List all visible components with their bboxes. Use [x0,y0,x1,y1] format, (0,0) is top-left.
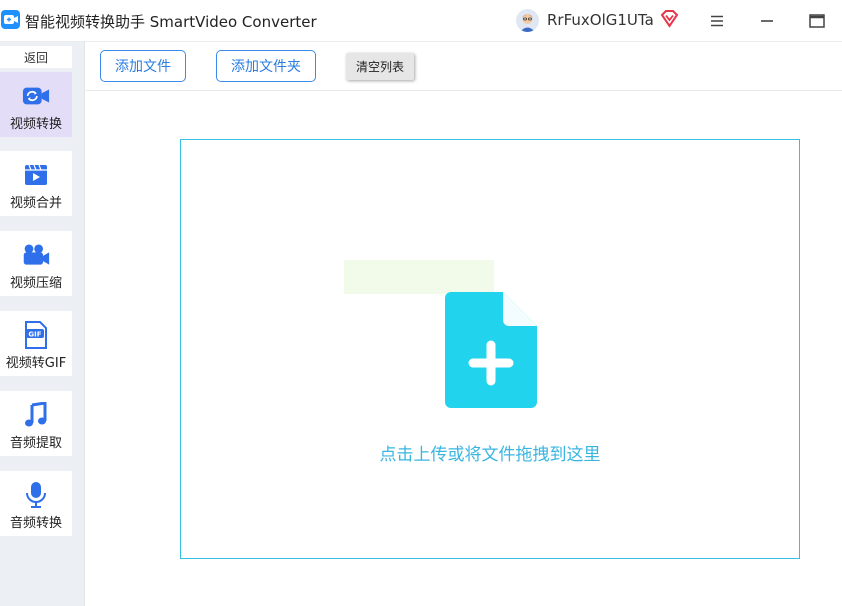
microphone-icon [22,481,50,509]
sidebar-item-label: 音频提取 [9,436,62,451]
video-merge-icon [22,161,50,189]
music-note-icon [22,401,50,429]
clear-list-button[interactable]: 清空列表 [346,53,414,80]
gif-icon: GIF [22,321,50,349]
sidebar-item-label: 视频合并 [9,196,62,211]
video-convert-icon [22,82,50,110]
back-button[interactable]: 返回 [0,46,72,68]
title-bar: 智能视频转换助手 SmartVideo Converter RrFuxOlG1U… [0,0,842,42]
avatar[interactable] [516,9,539,32]
toolbar: 添加文件 添加文件夹 清空列表 [86,42,842,91]
sidebar-item-label: 视频转GIF [5,356,67,371]
user-name[interactable]: RrFuxOlG1UTa [547,11,654,29]
sidebar-item-video-merge[interactable]: 视频合并 [0,151,72,216]
sidebar-item-video-compress[interactable]: 视频压缩 [0,231,72,296]
file-add-icon[interactable] [445,292,537,408]
add-file-button[interactable]: 添加文件 [100,50,186,82]
sidebar-item-audio-extract[interactable]: 音频提取 [0,391,72,456]
sidebar-item-video-to-gif[interactable]: GIF 视频转GIF [0,311,72,376]
sidebar-item-label: 音频转换 [9,516,62,531]
svg-text:GIF: GIF [28,331,41,339]
maximize-icon[interactable] [804,8,830,34]
hamburger-menu-icon[interactable] [704,8,730,34]
sidebar-item-label: 视频压缩 [9,276,62,291]
sidebar-item-audio-convert[interactable]: 音频转换 [0,471,72,536]
video-compress-icon [22,241,50,269]
minimize-icon[interactable] [754,8,780,34]
watermark-overlay [344,260,494,294]
sidebar-item-video-convert[interactable]: 视频转换 [0,72,72,137]
add-folder-button[interactable]: 添加文件夹 [216,50,316,82]
sidebar-item-label: 视频转换 [9,117,62,132]
drop-hint-text: 点击上传或将文件拖拽到这里 [379,445,601,465]
sidebar: 返回 视频转换 视频合并 视频压缩 GIF 视频转GIF 音频提取 音频转换 [0,42,85,606]
app-title: 智能视频转换助手 SmartVideo Converter [25,13,317,31]
file-drop-zone[interactable]: 点击上传或将文件拖拽到这里 [180,139,800,559]
vip-diamond-icon[interactable] [660,9,679,28]
app-logo-icon [1,10,20,29]
